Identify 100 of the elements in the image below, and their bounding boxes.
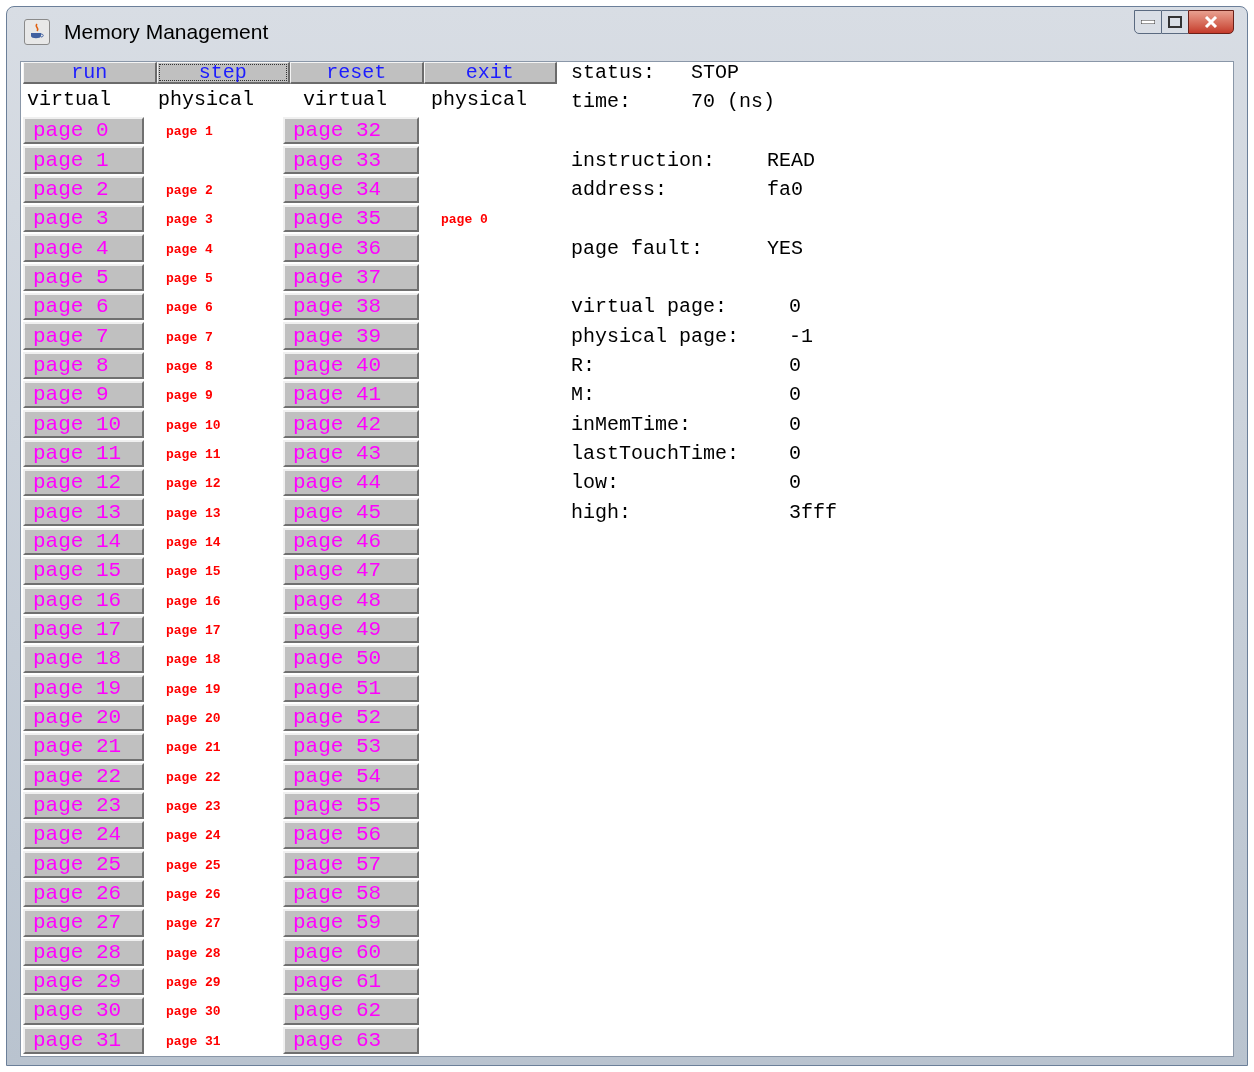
page-button[interactable]: page 44 bbox=[283, 469, 419, 497]
physical-page-label: page 13 bbox=[166, 506, 221, 520]
page-button[interactable]: page 55 bbox=[283, 791, 419, 820]
info-label: M: bbox=[571, 385, 596, 406]
page-button[interactable]: page 4 bbox=[23, 234, 144, 262]
info-value: -1 bbox=[789, 326, 813, 347]
toolbar-button[interactable]: reset bbox=[290, 62, 424, 84]
column-heading: physical bbox=[431, 87, 527, 111]
info-value: fa0 bbox=[767, 180, 803, 201]
physical-page-label: page 0 bbox=[441, 213, 488, 227]
info-label: status: bbox=[571, 62, 656, 83]
page-button[interactable]: page 41 bbox=[283, 381, 419, 409]
page-button[interactable]: page 5 bbox=[23, 263, 144, 292]
page-button[interactable]: page 49 bbox=[283, 615, 419, 644]
physical-page-label: page 6 bbox=[166, 301, 213, 315]
page-button[interactable]: page 14 bbox=[23, 527, 144, 556]
page-button[interactable]: page 53 bbox=[283, 733, 419, 761]
page-button[interactable]: page 35 bbox=[283, 205, 419, 233]
minimize-button[interactable] bbox=[1134, 10, 1162, 34]
page-button[interactable]: page 63 bbox=[283, 1026, 419, 1054]
page-button[interactable]: page 13 bbox=[23, 498, 144, 526]
page-button[interactable]: page 39 bbox=[283, 322, 419, 350]
physical-page-label: page 14 bbox=[166, 536, 221, 549]
physical-page-label: page 26 bbox=[166, 888, 221, 902]
page-button[interactable]: page 12 bbox=[23, 469, 144, 497]
page-button[interactable]: page 28 bbox=[23, 938, 144, 966]
page-button[interactable]: page 48 bbox=[283, 586, 419, 614]
page-button[interactable]: page 1 bbox=[23, 146, 144, 174]
page-button[interactable]: page 2 bbox=[23, 175, 144, 204]
page-button[interactable]: page 42 bbox=[283, 410, 419, 438]
close-button[interactable] bbox=[1188, 10, 1234, 34]
page-button[interactable]: page 8 bbox=[23, 351, 144, 380]
page-button[interactable]: page 20 bbox=[23, 703, 144, 732]
info-value: READ bbox=[767, 150, 815, 171]
info-value: 0 bbox=[789, 385, 801, 406]
page-button[interactable]: page 46 bbox=[283, 527, 419, 556]
page-button[interactable]: page 6 bbox=[23, 293, 144, 321]
page-button[interactable]: page 18 bbox=[23, 645, 144, 673]
page-button[interactable]: page 33 bbox=[283, 146, 419, 174]
page-button[interactable]: page 50 bbox=[283, 645, 419, 673]
page-button[interactable]: page 27 bbox=[23, 909, 144, 937]
page-button[interactable]: page 38 bbox=[283, 293, 419, 321]
page-button[interactable]: page 62 bbox=[283, 997, 419, 1025]
page-button[interactable]: page 40 bbox=[283, 351, 419, 380]
toolbar-button[interactable]: step bbox=[156, 62, 290, 84]
page-button[interactable]: page 10 bbox=[23, 410, 144, 438]
physical-page-label: page 20 bbox=[166, 712, 221, 726]
page-button[interactable]: page 58 bbox=[283, 879, 419, 908]
column-heading: physical bbox=[158, 87, 254, 111]
page-button[interactable]: page 0 bbox=[23, 117, 144, 145]
page-button[interactable]: page 32 bbox=[283, 117, 419, 145]
page-button[interactable]: page 16 bbox=[23, 586, 144, 614]
page-button[interactable]: page 52 bbox=[283, 703, 419, 732]
page-button[interactable]: page 43 bbox=[283, 439, 419, 468]
page-button[interactable]: page 60 bbox=[283, 938, 419, 966]
page-button[interactable]: page 23 bbox=[23, 791, 144, 820]
info-label: physical page: bbox=[571, 326, 741, 347]
toolbar-button[interactable]: exit bbox=[423, 62, 557, 84]
toolbar-button[interactable]: run bbox=[23, 62, 157, 84]
page-button[interactable]: page 7 bbox=[23, 322, 144, 350]
physical-page-label: page 21 bbox=[166, 741, 221, 755]
page-button[interactable]: page 21 bbox=[23, 733, 144, 761]
physical-page-label: page 9 bbox=[166, 389, 213, 403]
info-value: 3fff bbox=[789, 502, 837, 523]
page-button[interactable]: page 11 bbox=[23, 439, 144, 468]
info-label: time: bbox=[571, 92, 632, 112]
maximize-button[interactable] bbox=[1162, 10, 1188, 34]
info-label: R: bbox=[571, 356, 596, 377]
page-button[interactable]: page 36 bbox=[283, 234, 419, 262]
physical-page-label: page 7 bbox=[166, 330, 213, 344]
page-button[interactable]: page 26 bbox=[23, 879, 144, 908]
page-button[interactable]: page 3 bbox=[23, 205, 144, 233]
page-button[interactable]: page 9 bbox=[23, 381, 144, 409]
page-button[interactable]: page 15 bbox=[23, 557, 144, 585]
page-button[interactable]: page 17 bbox=[23, 615, 144, 644]
page-button[interactable]: page 45 bbox=[283, 498, 419, 526]
page-button[interactable]: page 29 bbox=[23, 967, 144, 996]
page-button[interactable]: page 56 bbox=[283, 821, 419, 849]
page-button[interactable]: page 22 bbox=[23, 762, 144, 790]
page-button[interactable]: page 19 bbox=[23, 674, 144, 702]
page-button[interactable]: page 59 bbox=[283, 909, 419, 937]
info-value: 0 bbox=[789, 444, 801, 465]
page-button[interactable]: page 25 bbox=[23, 850, 144, 878]
physical-page-label: page 30 bbox=[166, 1005, 221, 1019]
page-button[interactable]: page 54 bbox=[283, 762, 419, 790]
physical-page-label: page 23 bbox=[166, 800, 221, 814]
page-button[interactable]: page 31 bbox=[23, 1026, 144, 1054]
info-label: instruction: bbox=[571, 150, 717, 171]
page-button[interactable]: page 37 bbox=[283, 263, 419, 292]
page-button[interactable]: page 57 bbox=[283, 850, 419, 878]
page-button[interactable]: page 61 bbox=[283, 967, 419, 996]
page-button[interactable]: page 24 bbox=[23, 821, 144, 849]
info-label: high: bbox=[571, 502, 632, 523]
page-button[interactable]: page 47 bbox=[283, 557, 419, 585]
physical-page-label: page 19 bbox=[166, 682, 221, 696]
page-button[interactable]: page 30 bbox=[23, 997, 144, 1025]
physical-page-label: page 2 bbox=[166, 183, 213, 197]
page-button[interactable]: page 51 bbox=[283, 674, 419, 702]
column-heading: virtual bbox=[27, 87, 111, 111]
page-button[interactable]: page 34 bbox=[283, 175, 419, 204]
